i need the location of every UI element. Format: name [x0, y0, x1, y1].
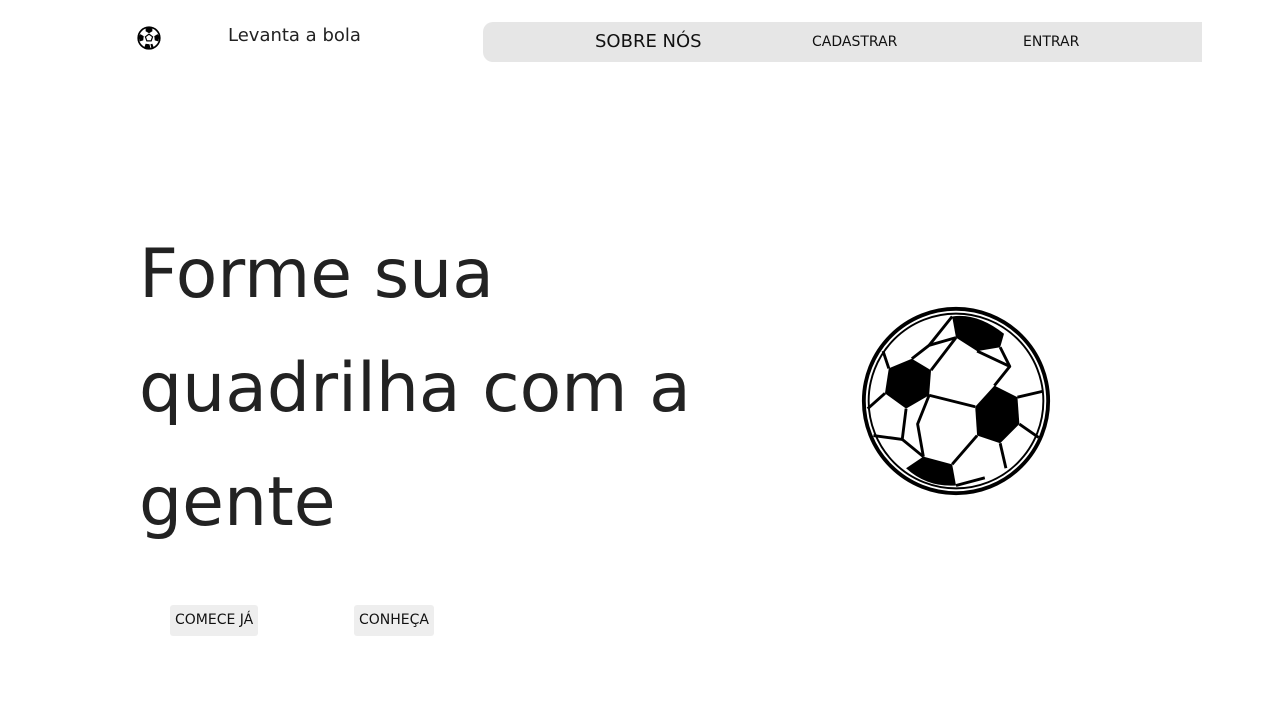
soccer-ball-icon: [861, 306, 1051, 496]
hero-title: Forme sua quadrilha com a gente: [139, 235, 691, 542]
conheca-button[interactable]: CONHEÇA: [354, 605, 434, 636]
landing-page: Levanta a bola SOBRE NÓS CADASTRAR ENTRA…: [0, 0, 1280, 715]
brand-name[interactable]: Levanta a bola: [228, 25, 361, 46]
soccer-ball-icon[interactable]: [137, 26, 161, 50]
main-nav: SOBRE NÓS CADASTRAR ENTRAR: [483, 22, 1202, 62]
comece-ja-button[interactable]: COMECE JÁ: [170, 605, 259, 636]
nav-item-sobre-nos[interactable]: SOBRE NÓS: [595, 22, 702, 62]
nav-item-entrar[interactable]: ENTRAR: [1023, 22, 1079, 62]
nav-item-cadastrar[interactable]: CADASTRAR: [812, 22, 897, 62]
